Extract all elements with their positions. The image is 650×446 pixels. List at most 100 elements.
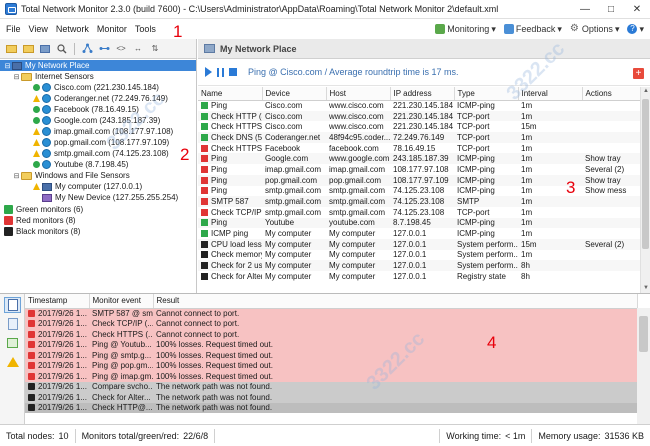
search-icon[interactable] [55,42,69,56]
table-row[interactable]: Ping Cisco.com www.cisco.com 221.230.145.18… [198,100,640,111]
collapse-icon[interactable]: ⊟ [3,61,12,70]
cell-ip: 108.177.97.109 [390,174,454,186]
log-row[interactable]: 2017/9/26 1... Ping @ imap.gm... 100% loss… [25,371,637,382]
table-row[interactable]: Ping imap.gmail.com imap.gmail.com 108.177.… [198,164,640,175]
cell-device: smtp.gmail.com [262,186,326,197]
collapse-icon[interactable]: ⊟ [12,171,21,180]
table-row[interactable]: Check for 2 use...My computerMy computer… [198,260,640,271]
scroll-thumb[interactable] [642,99,649,249]
connect-icon[interactable] [97,42,111,56]
menu-tools[interactable]: Tools [131,24,160,34]
summary-green[interactable]: Green monitors (6) [0,204,196,215]
table-row[interactable]: Check for Alter...My computerMy computer… [198,271,640,282]
log-row[interactable]: 2017/9/26 1... Ping @ Youtub... 100% losse… [25,339,637,350]
cell-text: Cisco.com [265,101,303,111]
help-menu[interactable]: ? ▾ [627,24,644,35]
column-timestamp[interactable]: Timestamp [25,294,90,309]
tree-item-imap[interactable]: imap.gmail.com (108.177.97.108) [0,126,196,137]
minimize-button[interactable]: — [572,0,598,19]
network-place-icon [204,44,215,53]
table-row[interactable]: Check memory ...My computerMy computer12… [198,250,640,261]
tree-item-my-computer[interactable]: My computer (127.0.0.1) [0,181,196,192]
document-icon[interactable] [4,316,21,332]
table-row[interactable]: Check TCP/IP (25)smtp.gmail.comsmtp.gmai… [198,207,640,218]
monitoring-menu[interactable]: Monitoring ▾ [435,24,496,35]
open-folder-icon[interactable] [21,42,35,56]
chart-icon[interactable] [4,335,21,351]
log-row[interactable]: 2017/9/26 1... Ping @ smtp.g... 100% losse… [25,350,637,361]
play-icon[interactable] [205,67,212,77]
log-view-icon[interactable] [4,297,21,313]
summary-black[interactable]: Black monitors (8) [0,226,196,237]
summary-red[interactable]: Red monitors (8) [0,215,196,226]
menu-file[interactable]: File [0,24,25,34]
log-scrollbar[interactable] [637,308,650,425]
stop-icon[interactable] [229,68,237,76]
column-actions[interactable]: Actions [582,87,640,101]
new-folder-icon[interactable] [4,42,18,56]
menu-network[interactable]: Network [52,24,93,34]
scroll-thumb[interactable] [639,316,648,352]
close-button[interactable]: ✕ [624,0,650,19]
column-ip[interactable]: IP address [390,87,455,101]
cell-text: 100% losses. Request timed out. [156,361,273,371]
cell-name: Check DNS (53) [198,132,262,143]
add-monitor-button[interactable]: + [633,68,644,79]
tree-item-coderanger[interactable]: Coderanger.net (72.249.76.149) [0,93,196,104]
code-icon[interactable]: <> [114,42,128,56]
device-icon[interactable] [38,42,52,56]
log-row[interactable]: 2017/9/26 1... Check HTTP@... The network … [25,402,637,413]
table-row[interactable]: Check HTTPS (4...Facebook facebook.com 78.… [198,143,640,154]
cell-type: TCP-port [454,207,518,218]
log-row[interactable]: 2017/9/26 1... Check for Alter... The netw… [25,392,637,403]
cell-device: Cisco.com [262,100,326,111]
window-title: Total Network Monitor 2.3.0 (build 7600)… [21,4,499,14]
alert-icon[interactable] [4,354,21,370]
tree-item-pop[interactable]: pop.gmail.com (108.177.97.109) [0,137,196,148]
tree-item-facebook[interactable]: Facebook (78.16.49.15) [0,104,196,115]
cell-text: pop.gmail.com [329,175,382,185]
scroll-up-icon[interactable]: ▲ [641,87,650,96]
log-row[interactable]: 2017/9/26 1... Compare svcho... The networ… [25,381,637,392]
maximize-button[interactable]: □ [598,0,624,19]
menu-view[interactable]: View [25,24,52,34]
tree-item-cisco[interactable]: Cisco.com (221.230.145.184) [0,82,196,93]
tree-item-youtube[interactable]: Youtube (8.7.198.45) [0,159,196,170]
cell-ip: 72.249.76.149 [390,132,454,143]
column-interval[interactable]: Interval [518,87,583,101]
scroll-down-icon[interactable]: ▼ [641,284,650,293]
tree-root[interactable]: ⊟ My Network Place [0,60,196,71]
cell-text: Cannot connect to port. [156,319,240,329]
table-row[interactable]: ICMP ping My computer My computer 127.0.0.1… [198,228,640,239]
column-event[interactable]: Monitor event [89,294,154,309]
column-host[interactable]: Host [326,87,391,101]
column-device[interactable]: Device [262,87,327,101]
options-menu[interactable]: ⚙ Options ▾ [570,24,620,35]
table-row[interactable]: Check HTTPS (4...Cisco.com www.cisco.com 2… [198,121,640,132]
table-row[interactable]: Ping Youtube youtube.com 8.7.198.45 ICMP-pin… [198,217,640,229]
table-row[interactable]: Check HTTP (80)Cisco.com www.cisco.com 221… [198,110,640,122]
collapse-icon[interactable]: ⊟ [12,72,21,81]
log-row[interactable]: 2017/9/26 1... Ping @ pop.gm... 100% losse… [25,360,637,371]
tree-item-smtp[interactable]: smtp.gmail.com (74.125.23.108) [0,148,196,159]
log-row[interactable]: 2017/9/26 1... SMTP 587 @ sm... Cannot con… [25,308,637,319]
tree-item-google[interactable]: Google.com (243.185.187.39) [0,115,196,126]
feedback-menu[interactable]: Feedback ▾ [503,24,562,35]
tree-item-new-device[interactable]: My New Device (127.255.255.254) [0,192,196,203]
expand-icon[interactable]: ↔ [131,42,145,56]
sort-icon[interactable]: ⇅ [148,42,162,56]
column-type[interactable]: Type [454,87,519,101]
log-row[interactable]: 2017/9/26 1... Check HTTPS (... Cannot con… [25,329,637,340]
network-icon[interactable] [80,42,94,56]
table-row[interactable]: Check DNS (53)Coderanger.net 48f94c95.cod… [198,132,640,143]
menu-monitor[interactable]: Monitor [93,24,131,34]
column-name[interactable]: Name [198,87,263,101]
table-row[interactable]: Ping Google.com www.google.com 243.185.187.… [198,153,640,165]
column-result[interactable]: Result [153,294,638,309]
tree-group-internet[interactable]: ⊟ Internet Sensors [0,71,196,82]
grid-scrollbar[interactable]: ▲ ▼ [640,87,650,293]
log-row[interactable]: 2017/9/26 1... Check TCP/IP (... Cannot co… [25,318,637,329]
pause-icon[interactable] [217,67,224,77]
table-row[interactable]: CPU load less t...My computerMy computer… [198,238,640,250]
tree-group-windows[interactable]: ⊟ Windows and File Sensors [0,170,196,181]
